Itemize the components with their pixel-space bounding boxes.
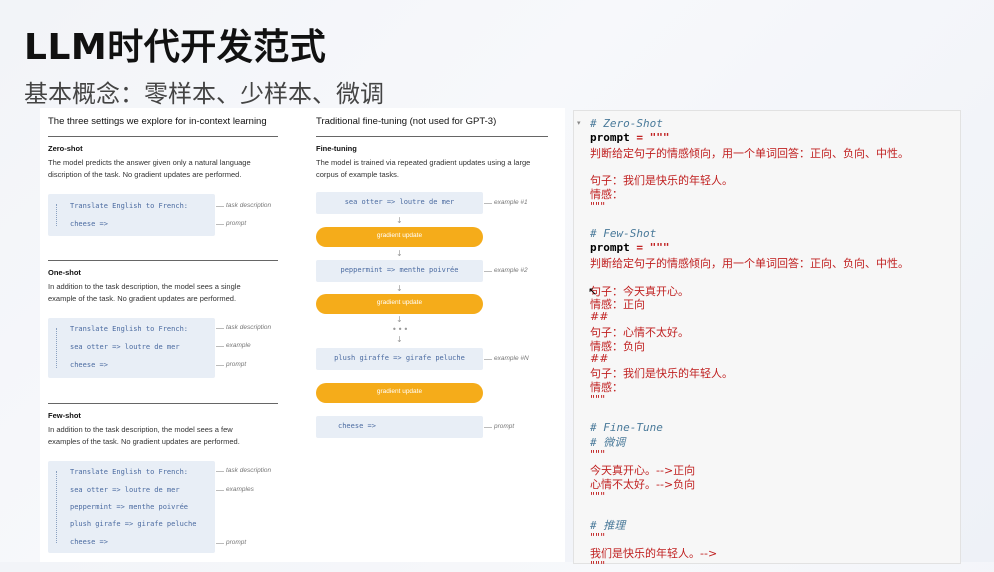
code-line: """ <box>590 489 606 503</box>
code-line: Translate English to French: <box>70 202 189 210</box>
in-context-header: The three settings we explore for in-con… <box>48 116 278 137</box>
example-n-box: plush giraffe => girafe peluche <box>316 348 483 370</box>
fine-tuning-column: Traditional fine-tuning (not used for GP… <box>316 108 548 438</box>
code-line: # Zero-Shot <box>590 117 663 130</box>
code-line: 判断给定句子的情感倾向，用一个单词回答：正向、负向、中性。 <box>590 257 909 270</box>
annot-example-n: example #N <box>484 355 529 362</box>
annot-task-description: task description <box>215 202 272 209</box>
arrow-down-icon: ↓ <box>396 335 403 344</box>
code-line: Translate English to French: <box>70 468 189 476</box>
annot-task-description: task description <box>215 324 272 331</box>
dotted-guide <box>56 471 58 543</box>
annot-prompt: prompt <box>483 423 515 430</box>
code-editor[interactable]: ▾ # Zero-Shot prompt = """ 判断给定句子的情感倾向，用一个… <box>573 110 961 572</box>
fine-tuning-heading: Fine-tuning <box>316 144 357 153</box>
fine-tuning-desc: The model is trained via repeated gradie… <box>316 158 531 179</box>
few-shot-section: Few-shot In addition to the task descrip… <box>48 411 278 553</box>
annot-example: example <box>216 342 251 349</box>
code-line: """ <box>590 558 606 572</box>
example-text: sea otter => loutre de mer <box>344 198 455 206</box>
code-line: sea otter => loutre de mer <box>70 486 180 494</box>
gradient-update-pill: gradient update <box>316 294 483 314</box>
zero-shot-heading: Zero-shot <box>48 144 83 153</box>
zero-shot-desc: The model predicts the answer given only… <box>48 158 251 179</box>
annot-prompt: prompt <box>215 539 247 546</box>
arrow-down-icon: ↓ <box>396 315 403 324</box>
code-line: cheese => <box>70 538 108 546</box>
slide-title: LLM时代开发范式 <box>24 27 327 68</box>
code-line: ## <box>590 310 609 324</box>
code-line: # Few-Shot <box>590 227 657 241</box>
fine-tuning-header: Traditional fine-tuning (not used for GP… <box>316 116 548 137</box>
zero-shot-example-box: Translate English to French: cheese => <box>48 194 215 236</box>
divider <box>48 260 278 261</box>
example-1-box: sea otter => loutre de mer <box>316 192 483 214</box>
dotted-guide <box>56 204 58 226</box>
one-shot-example-box: Translate English to French: sea otter =… <box>48 318 215 378</box>
prompt-text: cheese => <box>338 422 376 430</box>
code-line: ## <box>590 351 609 365</box>
code-line: cheese => <box>70 361 108 369</box>
one-shot-section: One-shot In addition to the task descrip… <box>48 268 278 378</box>
fine-tuning-section: Fine-tuning The model is trained via rep… <box>316 144 548 438</box>
mouse-cursor-icon: ↖ <box>588 285 598 298</box>
gradient-update-pill: gradient update <box>316 227 483 247</box>
arrow-down-icon: ↓ <box>396 249 403 258</box>
annot-task-description: task description <box>215 467 272 474</box>
annot-prompt: prompt <box>215 361 247 368</box>
code-line: plush girafe => girafe peluche <box>70 520 197 528</box>
code-line: 我们是快乐的年轻人。--> <box>590 546 718 560</box>
code-line: cheese => <box>70 220 108 228</box>
code-line: 心情不太好。-->负向 <box>590 477 696 491</box>
pill-label: gradient update <box>376 232 423 239</box>
annot-prompt: prompt <box>215 220 247 227</box>
editor-gutter: ▾ <box>574 111 586 563</box>
code-line: peppermint => menthe poivrée <box>70 503 189 511</box>
example-2-box: peppermint => menthe poivrée <box>316 260 483 282</box>
few-shot-heading: Few-shot <box>48 411 81 420</box>
annot-example-1: example #1 <box>484 199 528 206</box>
annot-example-2: example #2 <box>484 267 528 274</box>
gpt3-settings-figure: The three settings we explore for in-con… <box>40 108 565 562</box>
code-line: 判断给定句子的情感倾向，用一个单词回答：正向、负向、中性。 <box>590 146 909 160</box>
code-line: """ <box>590 448 606 462</box>
divider <box>48 403 278 404</box>
gradient-update-pill: gradient update <box>316 383 483 403</box>
code-line: Translate English to French: <box>70 325 189 333</box>
few-shot-example-box: Translate English to French: sea otter =… <box>48 461 215 553</box>
annot-examples: examples <box>216 486 254 493</box>
code-line: """ <box>590 199 606 213</box>
one-shot-desc: In addition to the task description, the… <box>48 282 241 303</box>
in-context-column: The three settings we explore for in-con… <box>48 108 278 553</box>
prompt-box: cheese => <box>316 416 483 438</box>
arrow-down-icon: ↓ <box>396 216 403 225</box>
arrow-down-icon: ↓ <box>396 284 403 293</box>
code-line: """ <box>590 531 606 544</box>
code-line: prompt = """ <box>590 130 670 144</box>
few-shot-desc: In addition to the task description, the… <box>48 425 240 446</box>
zero-shot-section: Zero-shot The model predicts the answer … <box>48 144 278 236</box>
code-line: prompt = """ <box>590 241 670 255</box>
dotted-guide <box>56 328 58 368</box>
example-text: plush giraffe => girafe peluche <box>334 354 465 362</box>
code-line: """ <box>590 393 606 406</box>
code-line: sea otter => loutre de mer <box>70 343 180 351</box>
code-line: # Fine-Tune <box>590 420 663 434</box>
one-shot-heading: One-shot <box>48 268 81 277</box>
ellipsis-icon: ••• <box>392 325 410 334</box>
chevron-down-icon[interactable]: ▾ <box>577 119 581 127</box>
pill-label: gradient update <box>376 388 423 395</box>
pill-label: gradient update <box>376 299 423 306</box>
slide-subtitle: 基本概念：零样本、少样本、微调 <box>24 80 384 108</box>
example-text: peppermint => menthe poivrée <box>340 266 459 274</box>
